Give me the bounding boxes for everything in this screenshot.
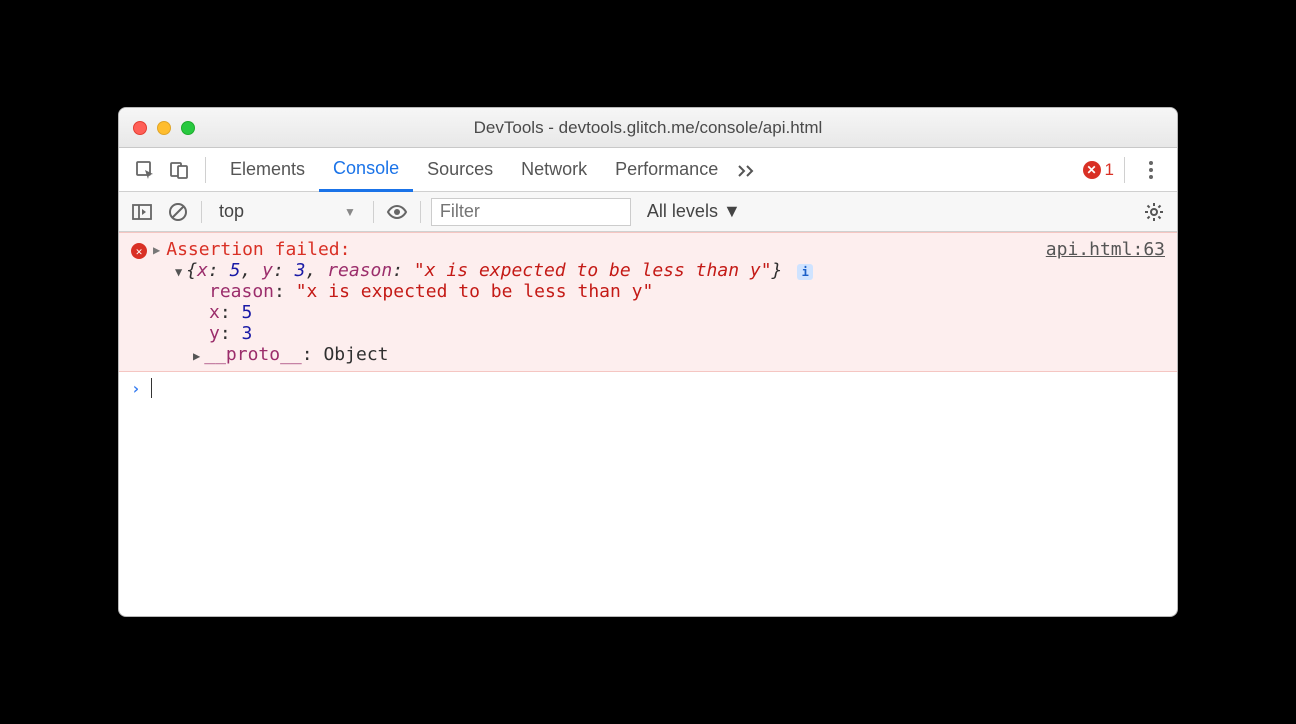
window-close-button[interactable] — [133, 121, 147, 135]
devtools-window: DevTools - devtools.glitch.me/console/ap… — [118, 107, 1178, 617]
console-prompt[interactable]: › — [119, 372, 1177, 404]
object-preview[interactable]: ▼{x: 5, y: 3, reason: "x is expected to … — [131, 260, 1165, 281]
filter-divider — [420, 201, 421, 223]
text-cursor — [151, 378, 152, 398]
log-levels-selector[interactable]: All levels ▼ — [647, 201, 741, 222]
console-error-message: ✕ ▶ Assertion failed: api.html:63 ▼{x: 5… — [119, 232, 1177, 372]
disclosure-triangle-icon[interactable]: ▶ — [147, 239, 166, 257]
dropdown-caret-icon: ▼ — [344, 205, 356, 219]
tab-network[interactable]: Network — [507, 148, 601, 192]
console-output: ✕ ▶ Assertion failed: api.html:63 ▼{x: 5… — [119, 232, 1177, 616]
assertion-label: Assertion failed: — [166, 239, 1046, 260]
disclosure-triangle-icon[interactable]: ▶ — [193, 349, 204, 363]
context-value: top — [219, 201, 244, 222]
filter-divider — [373, 201, 374, 223]
tab-performance[interactable]: Performance — [601, 148, 732, 192]
device-toolbar-icon[interactable] — [163, 154, 195, 186]
window-minimize-button[interactable] — [157, 121, 171, 135]
prompt-caret-icon: › — [131, 379, 151, 398]
console-sidebar-toggle-icon[interactable] — [129, 199, 155, 225]
console-settings-icon[interactable] — [1141, 199, 1167, 225]
tab-sources[interactable]: Sources — [413, 148, 507, 192]
more-tabs-icon[interactable] — [732, 163, 762, 177]
object-property-row[interactable]: x: 5 — [131, 302, 1165, 323]
console-filter-bar: top ▼ All levels ▼ — [119, 192, 1177, 232]
info-badge-icon[interactable]: i — [797, 264, 813, 280]
disclosure-triangle-down-icon[interactable]: ▼ — [175, 265, 186, 279]
window-title: DevTools - devtools.glitch.me/console/ap… — [119, 118, 1177, 138]
main-toolbar: Elements Console Sources Network Perform… — [119, 148, 1177, 192]
more-options-icon[interactable] — [1135, 161, 1167, 179]
window-zoom-button[interactable] — [181, 121, 195, 135]
traffic-lights — [119, 121, 195, 135]
filter-divider — [201, 201, 202, 223]
object-proto-row[interactable]: ▶__proto__: Object — [131, 344, 1165, 365]
panel-tabs: Elements Console Sources Network Perform… — [216, 148, 1075, 192]
clear-console-icon[interactable] — [165, 199, 191, 225]
context-selector[interactable]: top ▼ — [212, 198, 363, 225]
tab-elements[interactable]: Elements — [216, 148, 319, 192]
toolbar-divider — [1124, 157, 1125, 183]
error-icon: ✕ — [1083, 161, 1101, 179]
object-property-row[interactable]: y: 3 — [131, 323, 1165, 344]
titlebar: DevTools - devtools.glitch.me/console/ap… — [119, 108, 1177, 148]
error-icon: ✕ — [131, 243, 147, 259]
inspect-element-icon[interactable] — [129, 154, 161, 186]
error-count-badge[interactable]: ✕ 1 — [1083, 160, 1114, 180]
error-count: 1 — [1105, 160, 1114, 180]
tab-console[interactable]: Console — [319, 148, 413, 192]
live-expression-icon[interactable] — [384, 199, 410, 225]
source-link[interactable]: api.html:63 — [1046, 239, 1165, 260]
filter-input[interactable] — [431, 198, 631, 226]
object-property-row[interactable]: reason: "x is expected to be less than y… — [131, 281, 1165, 302]
toolbar-divider — [205, 157, 206, 183]
